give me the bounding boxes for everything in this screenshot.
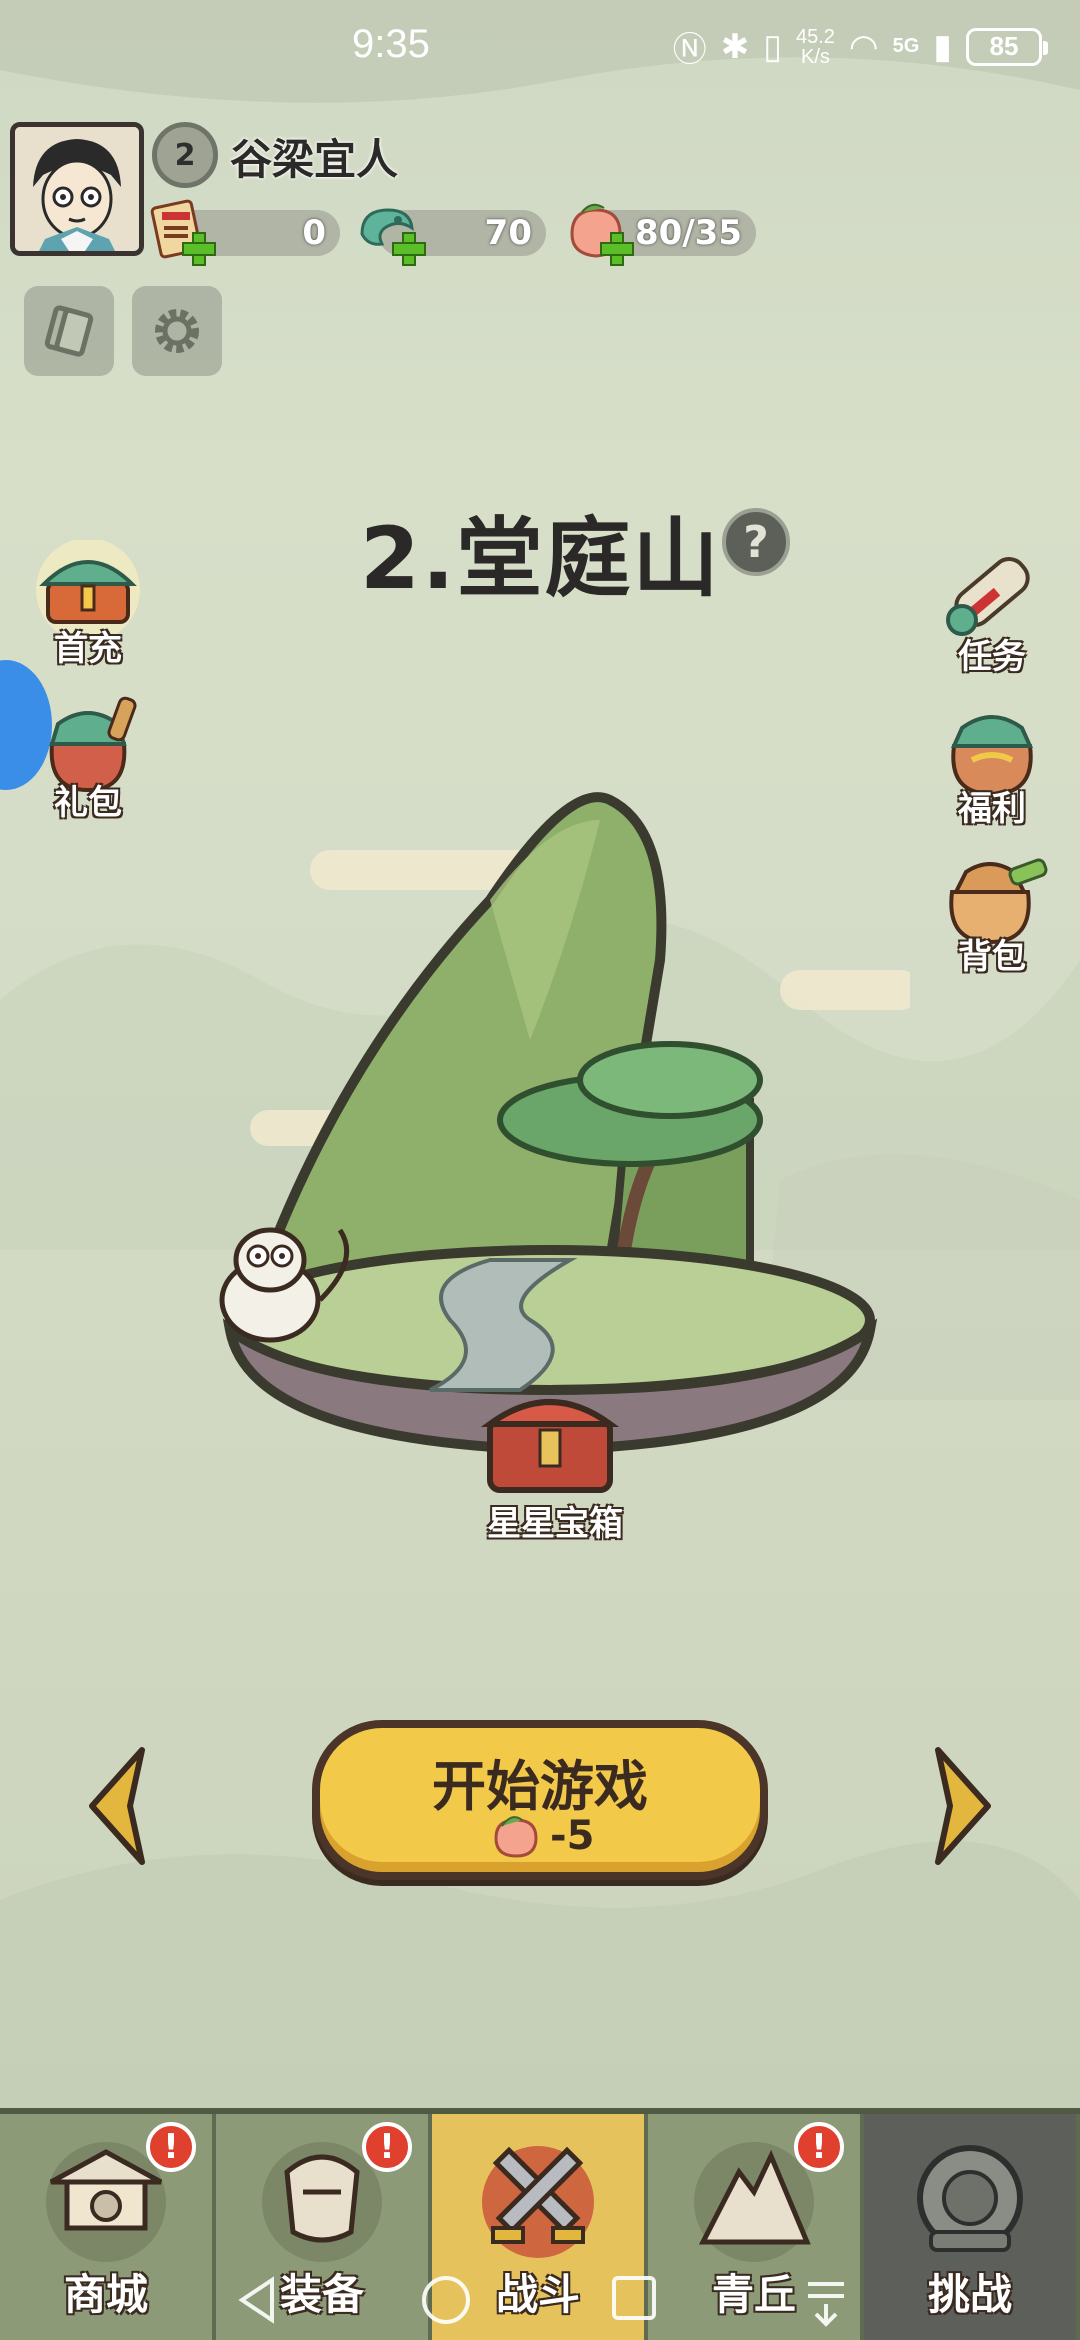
battery-indicator: 85 [966, 27, 1048, 66]
add-scroll-icon [182, 232, 216, 266]
cloud-icon [780, 970, 910, 1010]
first-recharge-button[interactable]: 首充 [18, 540, 158, 670]
player-name: 谷梁宜人 [230, 135, 399, 184]
help-icon[interactable]: ? [722, 508, 790, 576]
next-stage-arrow[interactable] [928, 1744, 998, 1868]
start-cost-value: -5 [550, 1813, 595, 1859]
net-speed: 45.2 K/s [795, 25, 835, 68]
system-back-icon[interactable] [232, 2270, 282, 2330]
system-menu-icon[interactable] [800, 2270, 852, 2330]
scroll-ticket-icon[interactable] [146, 198, 218, 266]
player-level-badge: 2 [152, 122, 218, 188]
settings-button[interactable] [132, 286, 222, 376]
qingqiu-alert-badge: ! [794, 2122, 844, 2172]
network-type: 5G [892, 35, 920, 57]
card-icon [44, 305, 94, 357]
shop-alert-badge: ! [146, 2122, 196, 2172]
avatar-portrait-icon [15, 127, 139, 251]
start-game-button[interactable]: 开始游戏 -5 [312, 1720, 768, 1880]
vibrate-icon: ▯ [763, 27, 782, 66]
task-label: 任务 [958, 637, 1026, 677]
jade-dragon-icon[interactable] [354, 198, 426, 266]
system-navigation-bar [0, 2270, 1080, 2340]
backpack-button[interactable]: 背包 [922, 848, 1062, 978]
backpack-label: 背包 [958, 937, 1026, 977]
challenge-orb-icon [917, 2145, 1023, 2252]
signal-icon: ▮ [933, 27, 952, 66]
crossed-swords-icon [482, 2146, 594, 2258]
stage-title: 2.堂庭山 [360, 509, 721, 609]
prev-stage-arrow[interactable] [82, 1744, 152, 1868]
welfare-button[interactable]: 福利 [922, 700, 1062, 830]
status-time: 9:35 [352, 22, 430, 66]
gift-pack-button[interactable]: 礼包 [18, 694, 158, 824]
status-icons: Ⓝ ✱ ▯ 45.2 K/s ◠ 5G ▮ 85 [672, 22, 1048, 71]
card-button[interactable] [24, 286, 114, 376]
player-avatar[interactable] [10, 122, 144, 256]
chevron-right-icon [935, 1747, 991, 1865]
equipment-alert-badge: ! [362, 2122, 412, 2172]
peach-icon [494, 1816, 538, 1858]
wifi-icon: ◠ [848, 27, 879, 66]
peach-icon[interactable] [562, 198, 634, 266]
first-recharge-label: 首充 [54, 629, 122, 669]
add-jade-icon [392, 232, 426, 266]
system-home-icon[interactable] [418, 2270, 474, 2330]
start-game-label: 开始游戏 [432, 1755, 648, 1818]
gear-icon [155, 309, 199, 353]
stage-island-illustration[interactable] [190, 740, 910, 1540]
nfc-icon: Ⓝ [672, 31, 707, 69]
star-chest-label: 星星宝箱 [487, 1504, 623, 1544]
chevron-left-icon [89, 1747, 145, 1865]
bluetooth-icon: ✱ [720, 27, 750, 66]
gift-pack-label: 礼包 [54, 783, 122, 823]
add-peach-icon [600, 232, 634, 266]
start-cost: -5 [490, 1812, 594, 1860]
system-recents-icon[interactable] [608, 2270, 660, 2330]
star-chest-icon[interactable] [480, 1399, 620, 1493]
status-bar: 9:35 Ⓝ ✱ ▯ 45.2 K/s ◠ 5G ▮ 85 [0, 0, 1080, 96]
task-button[interactable]: 任务 [922, 548, 1062, 678]
welfare-label: 福利 [958, 789, 1026, 829]
